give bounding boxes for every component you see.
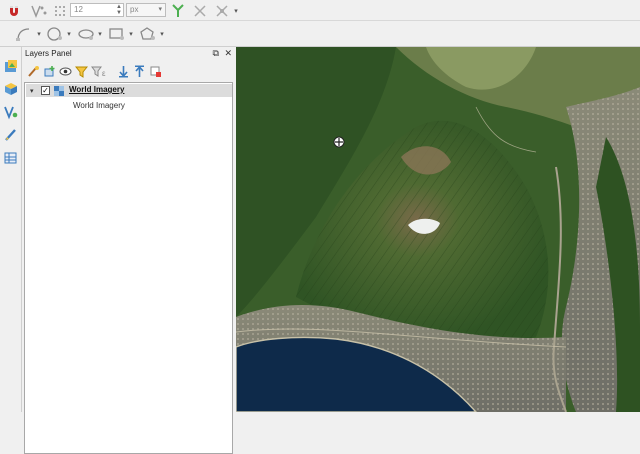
new-shapefile-icon[interactable]: [2, 103, 20, 121]
expression-filter-icon[interactable]: ε: [90, 64, 110, 79]
add-group-icon[interactable]: [42, 64, 57, 79]
chevron-down-icon[interactable]: ▾: [159, 25, 165, 43]
layer-sublabel: World Imagery: [73, 101, 125, 110]
style-icon[interactable]: [26, 64, 41, 79]
magnet-icon[interactable]: [6, 3, 21, 18]
snap-grid-icon[interactable]: [52, 3, 67, 18]
size-value: 12: [74, 5, 83, 14]
add-vector-layer-icon[interactable]: [2, 57, 20, 75]
remove-layer-icon[interactable]: [148, 64, 163, 79]
split-icon[interactable]: [170, 2, 186, 19]
panel-toolbar: ε: [23, 62, 235, 82]
draw-line-icon[interactable]: [14, 25, 34, 43]
layer-visibility-checkbox[interactable]: ✓: [41, 86, 50, 95]
digitize-icon[interactable]: [2, 126, 20, 144]
chevron-down-icon[interactable]: ▾: [128, 25, 134, 43]
shape-toolbar: ▾ ▾ ▾ ▾ ▾: [0, 21, 640, 47]
layer-name[interactable]: World Imagery: [69, 85, 124, 94]
chevron-down-icon[interactable]: ▾: [36, 25, 42, 43]
delete-x-icon[interactable]: [192, 2, 208, 19]
size-spinbox[interactable]: 12 ▲ ▼: [70, 3, 124, 17]
unit-value: px: [130, 5, 139, 14]
vertex-tool-icon[interactable]: [30, 3, 48, 18]
visibility-icon[interactable]: [58, 64, 73, 79]
chevron-down-icon[interactable]: ▾: [66, 25, 72, 43]
layer-table-icon[interactable]: [2, 149, 20, 167]
crosshair-icon: [333, 136, 345, 150]
float-panel-icon[interactable]: ⧉: [213, 48, 219, 58]
draw-polygon-icon[interactable]: [138, 25, 158, 43]
collapse-all-icon[interactable]: [132, 64, 147, 79]
spin-arrows-icon[interactable]: ▲ ▼: [116, 4, 122, 16]
top-toolbar: 12 ▲ ▼ px ▾ ▾: [0, 0, 640, 21]
map-canvas[interactable]: [236, 47, 640, 412]
layers-panel: Layers Panel ⧉ ✕ ε ▾ ✓ World Imagery Wor…: [23, 47, 235, 454]
draw-circle-icon[interactable]: [45, 25, 65, 43]
chevron-down-icon[interactable]: ▾: [232, 3, 240, 18]
filter-icon[interactable]: [74, 64, 89, 79]
chevron-down-icon: ▾: [158, 6, 162, 13]
draw-rectangle-icon[interactable]: [107, 25, 127, 43]
satellite-imagery: [236, 47, 640, 412]
collapse-arrow-icon[interactable]: ▾: [30, 87, 34, 95]
panel-buttons: ⧉ ✕: [213, 48, 233, 59]
raster-layer-icon: [54, 86, 64, 96]
layer-tree: ▾ ✓ World Imagery World Imagery: [24, 82, 233, 454]
unit-select[interactable]: px ▾: [126, 3, 166, 17]
chevron-down-icon[interactable]: ▾: [97, 25, 103, 43]
draw-ellipse-icon[interactable]: [76, 25, 96, 43]
merge-icon[interactable]: [214, 2, 230, 19]
expand-all-icon[interactable]: [116, 64, 131, 79]
left-vertical-toolbar: [0, 47, 22, 412]
add-raster-layer-icon[interactable]: [2, 80, 20, 98]
svg-text:ε: ε: [102, 69, 106, 78]
close-icon[interactable]: ✕: [224, 48, 232, 58]
layer-row[interactable]: ▾ ✓ World Imagery: [26, 84, 232, 97]
panel-title: Layers Panel: [25, 49, 72, 58]
